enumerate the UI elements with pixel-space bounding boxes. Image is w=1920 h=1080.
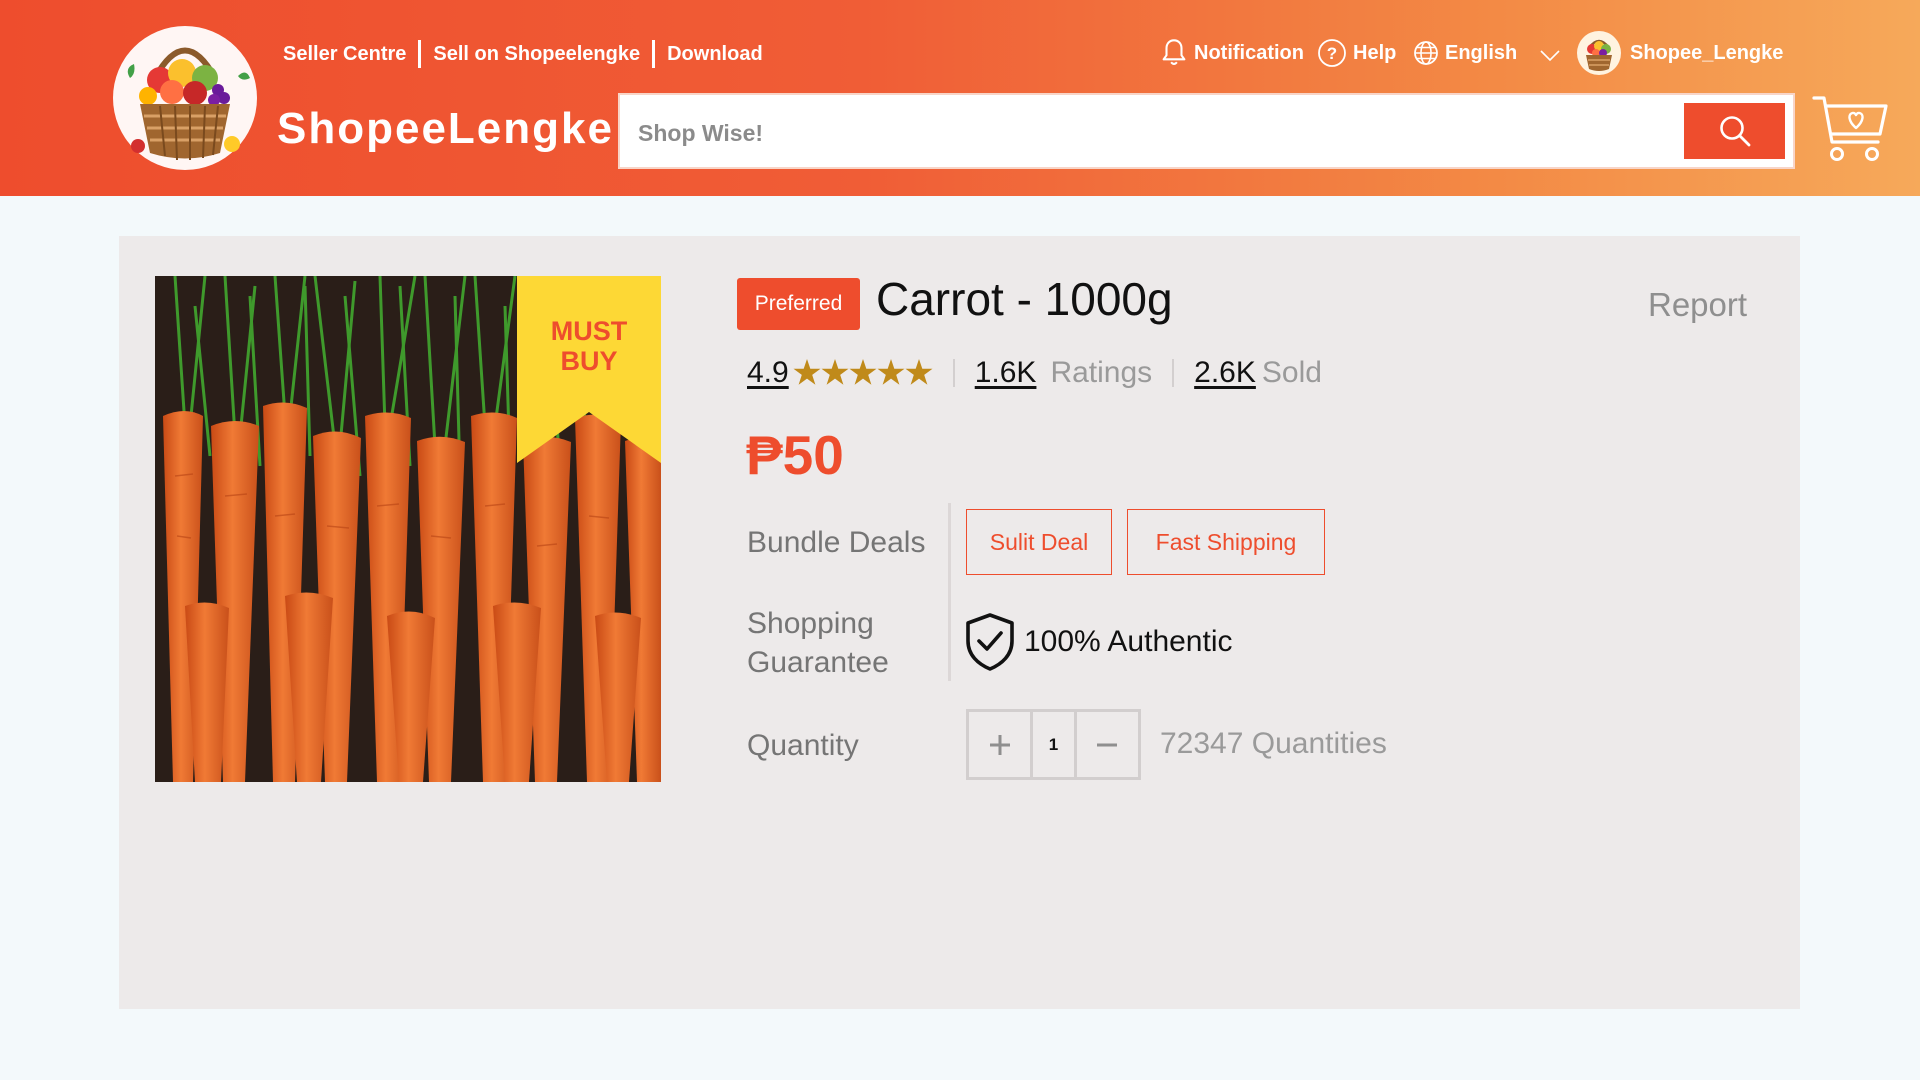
brand-name[interactable]: ShopeeLengke bbox=[277, 104, 614, 154]
language-label: English bbox=[1445, 41, 1518, 64]
product-title: Carrot - 1000g bbox=[876, 273, 1173, 325]
section-divider bbox=[948, 503, 951, 681]
notification-item[interactable]: Notification bbox=[1160, 36, 1304, 70]
fast-shipping-button[interactable]: Fast Shipping bbox=[1127, 509, 1325, 575]
username: Shopee_Lengke bbox=[1630, 41, 1784, 64]
download-link[interactable]: Download bbox=[667, 43, 763, 66]
globe-icon bbox=[1414, 41, 1438, 65]
search-icon bbox=[1719, 116, 1750, 147]
quantity-available: 72347 Quantities bbox=[1160, 727, 1387, 760]
quantity-stepper: 1 bbox=[966, 709, 1141, 780]
help-label: Help bbox=[1353, 41, 1397, 64]
guarantee-text: 100% Authentic bbox=[1024, 625, 1233, 658]
rating-value[interactable]: 4.9 bbox=[747, 356, 789, 390]
shield-check-icon bbox=[966, 613, 1014, 671]
rating-stars bbox=[793, 358, 933, 388]
ratings-label: Ratings bbox=[1050, 356, 1153, 389]
preferred-badge: Preferred bbox=[737, 278, 860, 330]
fruit-basket-logo[interactable] bbox=[110, 18, 260, 172]
divider bbox=[1172, 359, 1175, 387]
bell-icon bbox=[1162, 39, 1186, 65]
search-bar bbox=[618, 93, 1795, 169]
quantity-label: Quantity bbox=[747, 729, 859, 762]
sold-count[interactable]: 2.6K bbox=[1194, 356, 1256, 390]
shopping-guarantee-label: Shopping Guarantee bbox=[747, 607, 889, 679]
increase-quantity-button[interactable] bbox=[969, 712, 1030, 777]
language-selector[interactable]: English bbox=[1413, 36, 1561, 70]
decrease-quantity-button[interactable] bbox=[1077, 712, 1138, 777]
ribbon-text: MUST BUY bbox=[550, 316, 628, 376]
notification-label: Notification bbox=[1194, 41, 1304, 64]
divider bbox=[418, 40, 422, 68]
divider bbox=[652, 40, 656, 68]
quantity-input[interactable]: 1 bbox=[1030, 712, 1077, 777]
ratings-count[interactable]: 1.6K bbox=[975, 356, 1037, 390]
user-menu[interactable]: Shopee_Lengke bbox=[1576, 31, 1783, 75]
svg-text:?: ? bbox=[1327, 44, 1337, 63]
help-circle-icon: ? bbox=[1318, 39, 1346, 67]
report-link[interactable]: Report bbox=[1648, 286, 1747, 324]
avatar bbox=[1577, 31, 1621, 75]
sulit-deal-button[interactable]: Sulit Deal bbox=[966, 509, 1112, 575]
sold-label: Sold bbox=[1261, 356, 1322, 389]
help-item[interactable]: ? Help bbox=[1317, 36, 1396, 70]
top-links: Seller Centre Sell on Shopeelengke Downl… bbox=[283, 40, 763, 68]
cart-heart-icon[interactable] bbox=[1812, 94, 1888, 166]
guarantee-info: 100% Authentic bbox=[964, 612, 1233, 672]
bundle-deals-label: Bundle Deals bbox=[747, 526, 926, 559]
product-price: ₱50 bbox=[746, 424, 844, 486]
search-button[interactable] bbox=[1684, 103, 1785, 159]
star-icon bbox=[793, 359, 933, 385]
top-header: Seller Centre Sell on Shopeelengke Downl… bbox=[0, 0, 1920, 196]
minus-icon bbox=[1097, 743, 1118, 746]
product-stats: 4.9 1.6K Ratings 2.6K Sold bbox=[747, 355, 1322, 391]
sell-on-shopeelengke-link[interactable]: Sell on Shopeelengke bbox=[433, 43, 640, 66]
search-input[interactable] bbox=[638, 113, 1638, 153]
seller-centre-link[interactable]: Seller Centre bbox=[283, 43, 406, 66]
plus-icon bbox=[989, 734, 1010, 755]
chevron-down-icon bbox=[1540, 50, 1560, 62]
divider bbox=[952, 359, 955, 387]
